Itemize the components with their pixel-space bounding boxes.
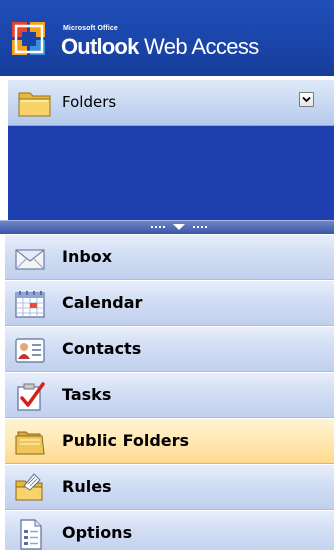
rules-icon	[15, 473, 43, 501]
nav-item-calendar[interactable]: Calendar	[5, 280, 334, 326]
nav-item-public-folders[interactable]: Public Folders	[5, 418, 334, 464]
pane-splitter[interactable]	[0, 220, 334, 234]
public-folders-icon	[15, 431, 45, 455]
inbox-icon	[15, 249, 45, 270]
calendar-icon	[15, 291, 45, 318]
splitter-grip-icon[interactable]	[149, 223, 209, 231]
options-icon	[20, 519, 42, 550]
brand-subtitle: Microsoft Office	[63, 25, 118, 32]
nav-label-rules: Rules	[62, 477, 112, 496]
nav-item-tasks[interactable]: Tasks	[5, 372, 334, 418]
nav-label-public-folders: Public Folders	[62, 431, 190, 450]
outlook-web-access-window: Microsoft Office Outlook Web Access Fold…	[0, 0, 334, 550]
app-title: Outlook Web Access	[61, 34, 259, 60]
nav-label-options: Options	[62, 523, 133, 542]
nav-label-tasks: Tasks	[62, 385, 112, 404]
nav-item-options[interactable]: Options	[5, 510, 334, 550]
folders-label: Folders	[62, 93, 117, 111]
nav-label-inbox: Inbox	[62, 247, 113, 266]
nav-item-rules[interactable]: Rules	[5, 464, 334, 510]
chevron-down-icon	[302, 96, 311, 103]
contacts-icon	[15, 338, 45, 363]
folders-dropdown-button[interactable]	[299, 92, 314, 107]
tasks-icon	[17, 382, 45, 411]
nav-item-contacts[interactable]: Contacts	[5, 326, 334, 372]
office-logo-icon	[12, 22, 45, 55]
folders-bar[interactable]: Folders	[8, 80, 334, 126]
nav-label-contacts: Contacts	[62, 339, 142, 358]
app-header: Microsoft Office Outlook Web Access	[0, 0, 334, 76]
nav-label-calendar: Calendar	[62, 293, 143, 312]
app-title-strong: Outlook	[61, 34, 139, 59]
nav-item-inbox[interactable]: Inbox	[5, 234, 334, 280]
folder-icon	[18, 92, 51, 117]
folder-tree-pane[interactable]	[8, 126, 334, 220]
app-title-rest: Web Access	[138, 34, 259, 59]
navigation-pane: Inbox Calendar Contacts Tasks Public Fol…	[0, 234, 334, 550]
